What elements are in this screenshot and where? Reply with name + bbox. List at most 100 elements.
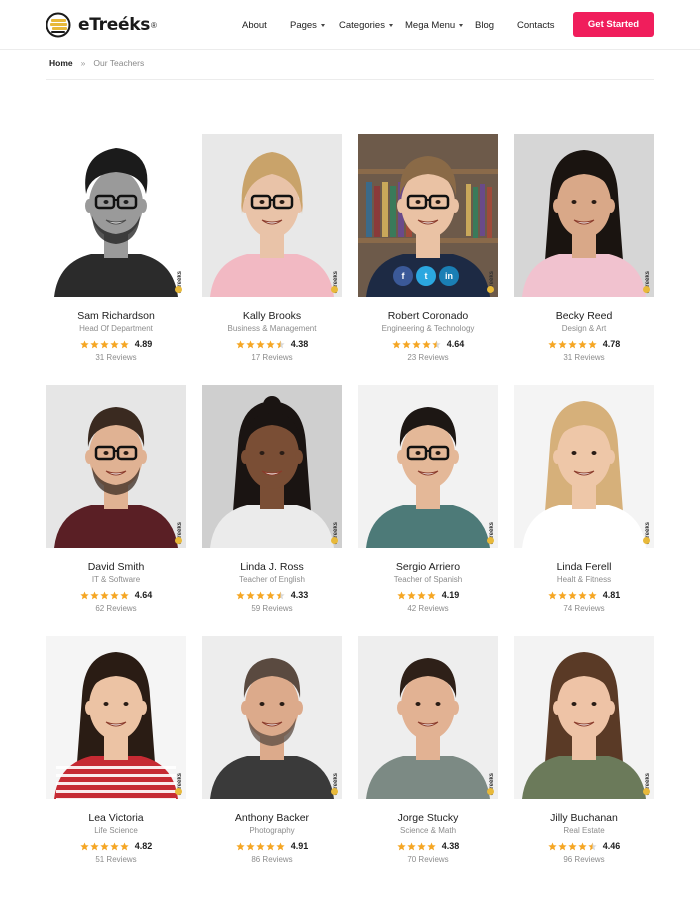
teacher-photo[interactable]: eTreéks xyxy=(46,134,186,297)
nav-contacts[interactable]: Contacts xyxy=(517,20,555,31)
rating-score: 4.82 xyxy=(134,841,153,851)
teacher-card[interactable]: eTreéks Linda Ferell Healt & Fitness 4.8… xyxy=(514,385,654,617)
nav-contacts-label: Contacts xyxy=(517,19,555,31)
teacher-name[interactable]: Jilly Buchanan xyxy=(514,812,654,824)
watermark-logo-icon xyxy=(643,286,650,293)
teacher-rating: 4.19 xyxy=(358,590,498,600)
review-count: 17 Reviews xyxy=(251,353,293,362)
teacher-name[interactable]: Robert Coronado xyxy=(358,310,498,322)
rating-score: 4.38 xyxy=(441,841,460,851)
teacher-photo[interactable]: eTreéks xyxy=(358,385,498,548)
teacher-photo[interactable]: eTreéks xyxy=(514,134,654,297)
nav-pages[interactable]: Pages xyxy=(290,20,325,31)
breadcrumb: Home » Our Teachers xyxy=(49,58,144,68)
breadcrumb-home[interactable]: Home xyxy=(49,58,73,68)
teacher-photo[interactable]: eTreéks xyxy=(202,636,342,799)
teacher-name[interactable]: Anthony Backer xyxy=(202,812,342,824)
teacher-name[interactable]: Sergio Arriero xyxy=(358,561,498,573)
teacher-photo[interactable]: eTreéks xyxy=(46,385,186,548)
teacher-card[interactable]: eTreéks f t in Robert Coronado Engineeri… xyxy=(358,134,498,366)
chevron-down-icon xyxy=(388,23,393,27)
rating-score: 4.38 xyxy=(290,339,309,349)
teacher-card[interactable]: eTreéks Anthony Backer Photography 4.91 … xyxy=(202,636,342,868)
teacher-role: Real Estate xyxy=(563,826,605,835)
rating-score: 4.64 xyxy=(446,339,465,349)
watermark-logo-icon xyxy=(175,788,182,795)
nav-about-label: About xyxy=(242,19,267,31)
nav-about[interactable]: About xyxy=(242,20,267,31)
teacher-role: IT & Software xyxy=(91,575,141,584)
teacher-card[interactable]: eTreéks Sam Richardson Head Of Departmen… xyxy=(46,134,186,366)
teacher-card[interactable]: eTreéks Becky Reed Design & Art 4.78 31 … xyxy=(514,134,654,366)
teacher-photo[interactable]: eTreéks xyxy=(202,134,342,297)
nav-categories[interactable]: Categories xyxy=(339,20,393,31)
watermark-logo-icon xyxy=(487,286,494,293)
star-rating-icon xyxy=(397,841,437,851)
star-rating-icon xyxy=(80,590,130,600)
teacher-photo[interactable]: eTreéks xyxy=(202,385,342,548)
teacher-rating: 4.38 xyxy=(358,841,498,851)
star-rating-icon xyxy=(236,841,286,851)
teacher-card[interactable]: eTreéks Sergio Arriero Teacher of Spanis… xyxy=(358,385,498,617)
teacher-card[interactable]: eTreéks Jilly Buchanan Real Estate 4.46 … xyxy=(514,636,654,868)
teacher-rating: 4.89 xyxy=(46,339,186,349)
facebook-icon[interactable]: f xyxy=(393,266,413,286)
teacher-name[interactable]: Linda Ferell xyxy=(514,561,654,573)
rating-score: 4.81 xyxy=(602,590,621,600)
teacher-card[interactable]: eTreéks Lea Victoria Life Science 4.82 5… xyxy=(46,636,186,868)
teacher-card[interactable]: eTreéks Linda J. Ross Teacher of English… xyxy=(202,385,342,617)
teacher-role: Engineering & Technology xyxy=(381,324,475,333)
teacher-name[interactable]: Becky Reed xyxy=(514,310,654,322)
nav-pages-label: Pages xyxy=(290,19,317,31)
star-rating-icon xyxy=(236,590,286,600)
teacher-role: Healt & Fitness xyxy=(556,575,612,584)
teacher-card[interactable]: eTreéks David Smith IT & Software 4.64 6… xyxy=(46,385,186,617)
teacher-name[interactable]: Lea Victoria xyxy=(46,812,186,824)
teacher-name[interactable]: Jorge Stucky xyxy=(358,812,498,824)
teacher-name[interactable]: Sam Richardson xyxy=(46,310,186,322)
teacher-rating: 4.38 xyxy=(202,339,342,349)
review-count: 62 Reviews xyxy=(95,604,137,613)
teacher-card[interactable]: eTreéks Jorge Stucky Science & Math 4.38… xyxy=(358,636,498,868)
teacher-photo[interactable]: eTreéks f t in xyxy=(358,134,498,297)
rating-score: 4.64 xyxy=(134,590,153,600)
teacher-name[interactable]: Linda J. Ross xyxy=(202,561,342,573)
rating-score: 4.46 xyxy=(602,841,621,851)
nav-mega-menu[interactable]: Mega Menu xyxy=(405,19,464,31)
rating-score: 4.89 xyxy=(134,339,153,349)
watermark-logo-icon xyxy=(487,537,494,544)
teacher-photo[interactable]: eTreéks xyxy=(514,636,654,799)
watermark-logo-icon xyxy=(643,537,650,544)
review-count: 70 Reviews xyxy=(407,855,449,864)
teacher-name[interactable]: Kally Brooks xyxy=(202,310,342,322)
teacher-role: Business & Management xyxy=(227,324,317,333)
nav-blog[interactable]: Blog xyxy=(475,20,494,31)
watermark-logo-icon xyxy=(331,286,338,293)
star-rating-icon xyxy=(548,841,598,851)
teacher-card[interactable]: eTreéks Kally Brooks Business & Manageme… xyxy=(202,134,342,366)
watermark-logo-icon xyxy=(331,788,338,795)
teacher-role: Teacher of Spanish xyxy=(393,575,463,584)
site-header: eTreéks ® About Pages Categories Mega Me… xyxy=(0,0,700,50)
teacher-photo[interactable]: eTreéks xyxy=(358,636,498,799)
twitter-icon[interactable]: t xyxy=(416,266,436,286)
teacher-photo[interactable]: eTreéks xyxy=(46,636,186,799)
nav-mega-menu-label: Mega Menu xyxy=(405,19,456,31)
star-rating-icon xyxy=(548,590,598,600)
teacher-photo[interactable]: eTreéks xyxy=(514,385,654,548)
star-rating-icon xyxy=(392,339,442,349)
linkedin-icon[interactable]: in xyxy=(439,266,459,286)
review-count: 31 Reviews xyxy=(563,353,605,362)
teacher-rating: 4.46 xyxy=(514,841,654,851)
get-started-button[interactable]: Get Started xyxy=(573,12,654,37)
teacher-role: Teacher of English xyxy=(239,575,305,584)
review-count: 23 Reviews xyxy=(407,353,449,362)
teacher-rating: 4.64 xyxy=(46,590,186,600)
teacher-name[interactable]: David Smith xyxy=(46,561,186,573)
rating-score: 4.33 xyxy=(290,590,309,600)
teacher-role: Head Of Department xyxy=(79,324,153,333)
review-count: 31 Reviews xyxy=(95,353,137,362)
teacher-rating: 4.82 xyxy=(46,841,186,851)
teacher-rating: 4.33 xyxy=(202,590,342,600)
star-rating-icon xyxy=(80,339,130,349)
